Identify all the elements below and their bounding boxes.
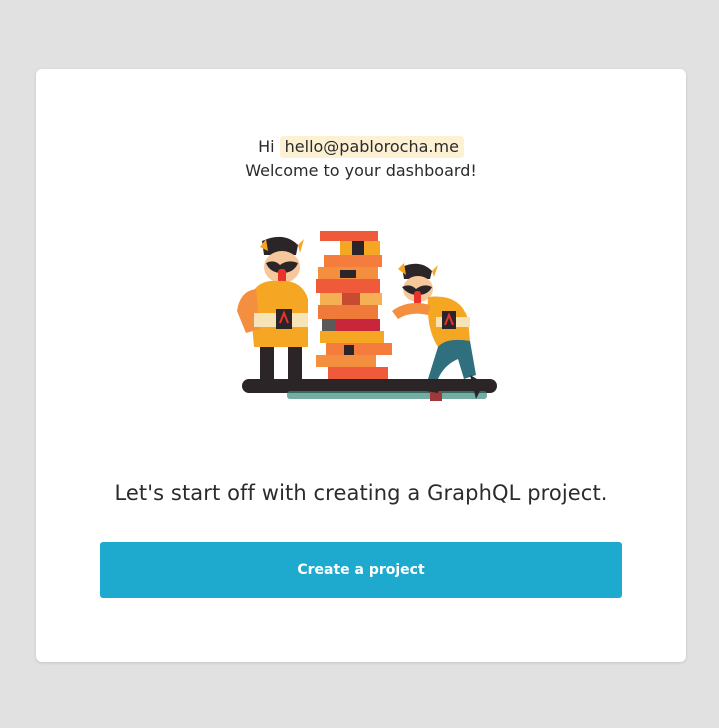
jenga-tower-illustration [237,231,497,401]
greeting-line: Hi hello@pablorocha.me [36,135,686,159]
user-email: hello@pablorocha.me [279,136,464,158]
welcome-message: Welcome to your dashboard! [245,161,477,180]
bench-shape [242,379,497,393]
page-tagline: Let's start off with creating a GraphQL … [114,481,608,505]
welcome-card: Hi hello@pablorocha.me Welcome to your d… [36,69,686,662]
hi-label: Hi [258,137,275,156]
shadow-shape [287,391,487,399]
greeting: Hi hello@pablorocha.me Welcome to your d… [36,135,686,183]
right-character [392,263,484,399]
tower [316,231,392,379]
create-project-button[interactable]: Create a project [100,542,622,598]
left-character [237,236,308,381]
